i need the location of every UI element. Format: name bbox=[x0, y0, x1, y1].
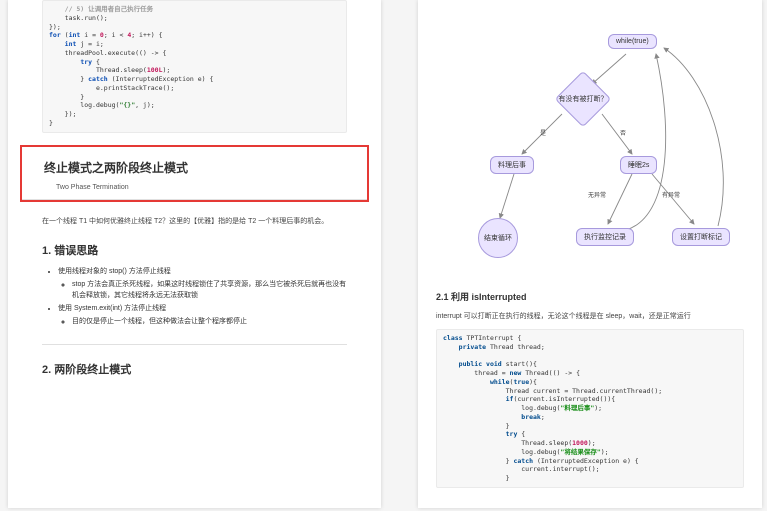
page-right: while(true) 有没有被打断？ 料理后事 睡眠2s 结束循环 执行监控记… bbox=[418, 0, 762, 508]
list-item: 使用 System.exit(int) 方法停止线程 目的仅是停止一个线程，但这… bbox=[58, 303, 347, 329]
bullet-stop-detail: stop 方法会真正杀死线程，如果这时线程锁住了共享资源，那么当它被杀死后就再也… bbox=[72, 279, 347, 301]
highlight-box: 终止模式之两阶段终止模式 Two Phase Termination bbox=[20, 145, 369, 202]
flowchart: while(true) 有没有被打断？ 料理后事 睡眠2s 结束循环 执行监控记… bbox=[436, 6, 744, 276]
edge-label-yes: 是 bbox=[540, 128, 546, 137]
heading-two-phase-mode: 2. 两阶段终止模式 bbox=[8, 351, 381, 381]
node-log-label: 执行监控记录 bbox=[584, 232, 626, 242]
heading-wrong-approach: 1. 错误思路 bbox=[8, 232, 381, 262]
code-block-threadpool: // 5) 让调用者自己执行任务 task.run(); }); for (in… bbox=[42, 0, 347, 133]
node-sleep: 睡眠2s bbox=[620, 156, 657, 174]
node-cleanup: 料理后事 bbox=[490, 156, 534, 174]
divider bbox=[42, 344, 347, 345]
node-set-flag: 设置打断标记 bbox=[672, 228, 730, 246]
desc-isinterrupted: interrupt 可以打断正在执行的线程，无论这个线程是在 sleep，wai… bbox=[418, 307, 762, 327]
node-check-interrupted: 有没有被打断？ bbox=[556, 84, 610, 114]
intro-paragraph: 在一个线程 T1 中如何优雅终止线程 T2？这里的【优雅】指的是给 T2 一个料… bbox=[8, 206, 381, 232]
node-sleep-label: 睡眠2s bbox=[628, 160, 649, 170]
node-check-label: 有没有被打断？ bbox=[559, 94, 608, 104]
list-item: 使用线程对象的 stop() 方法停止线程 stop 方法会真正杀死线程，如果这… bbox=[58, 266, 347, 304]
node-end-loop: 结束循环 bbox=[478, 218, 518, 258]
node-log: 执行监控记录 bbox=[576, 228, 634, 246]
edge-label-hasexception: 有异常 bbox=[662, 190, 680, 199]
code-block-tptinterrupt: class TPTInterrupt { private Thread thre… bbox=[436, 329, 744, 488]
subtitle-two-phase: Two Phase Termination bbox=[22, 182, 367, 200]
bullet-stop: 使用线程对象的 stop() 方法停止线程 bbox=[58, 268, 171, 275]
heading-isinterrupted: 2.1 利用 isInterrupted bbox=[418, 276, 762, 307]
edge-label-no: 否 bbox=[620, 128, 626, 137]
page-left: // 5) 让调用者自己执行任务 task.run(); }); for (in… bbox=[8, 0, 381, 508]
bullet-exit-detail: 目的仅是停止一个线程，但这种做法会让整个程序都停止 bbox=[72, 316, 347, 327]
node-while: while(true) bbox=[608, 34, 657, 49]
node-while-label: while(true) bbox=[616, 38, 649, 45]
bullet-list: 使用线程对象的 stop() 方法停止线程 stop 方法会真正杀死线程，如果这… bbox=[8, 262, 381, 334]
node-set-flag-label: 设置打断标记 bbox=[680, 232, 722, 242]
heading-two-phase: 终止模式之两阶段终止模式 bbox=[22, 147, 367, 182]
node-cleanup-label: 料理后事 bbox=[498, 160, 526, 170]
edge-label-noexception: 无异常 bbox=[588, 190, 606, 199]
bullet-exit: 使用 System.exit(int) 方法停止线程 bbox=[58, 305, 166, 312]
node-end-loop-label: 结束循环 bbox=[484, 233, 512, 243]
